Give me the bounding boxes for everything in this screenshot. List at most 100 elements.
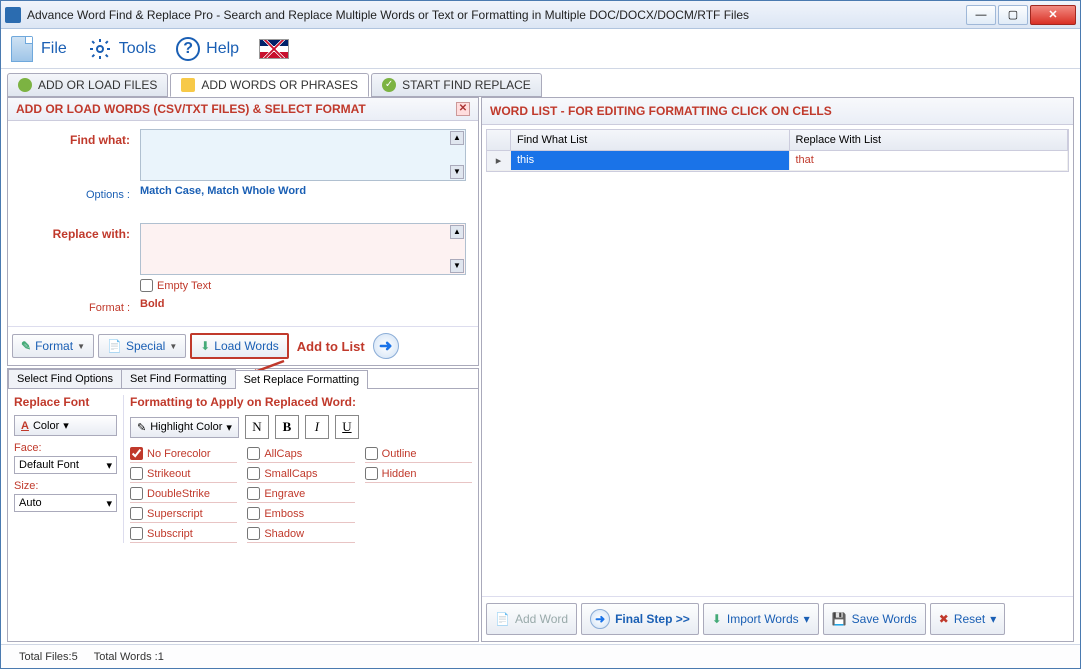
maximize-button[interactable]: ▢ bbox=[998, 5, 1028, 25]
reset-label: Reset bbox=[954, 612, 985, 626]
size-value: Auto bbox=[19, 497, 42, 509]
check-icon bbox=[382, 78, 396, 92]
allcaps-checkbox[interactable]: AllCaps bbox=[247, 447, 354, 463]
add-word-button[interactable]: 📄 Add Word bbox=[486, 603, 577, 635]
chevron-down-icon: ▾ bbox=[106, 459, 112, 472]
tab-add-files[interactable]: ADD OR LOAD FILES bbox=[7, 73, 168, 97]
chevron-down-icon: ▾ bbox=[63, 419, 69, 432]
highlight-label: Highlight Color bbox=[150, 421, 222, 433]
main-toolbar: File Tools ? Help bbox=[1, 29, 1080, 69]
tools-label: Tools bbox=[119, 40, 156, 58]
file-label: File bbox=[41, 40, 67, 58]
highlight-dropdown[interactable]: ✎ Highlight Color ▾ bbox=[130, 417, 239, 438]
save-words-button[interactable]: 💾 Save Words bbox=[823, 603, 926, 635]
options-value: Match Case, Match Whole Word bbox=[140, 185, 306, 201]
empty-text-label: Empty Text bbox=[157, 280, 211, 292]
size-select[interactable]: Auto ▾ bbox=[14, 494, 117, 512]
load-words-button[interactable]: ⬇ Load Words bbox=[190, 333, 289, 359]
row-indicator-icon: ▸ bbox=[487, 151, 511, 170]
empty-text-checkbox[interactable]: Empty Text bbox=[140, 279, 466, 292]
tab-start-replace[interactable]: START FIND REPLACE bbox=[371, 73, 542, 97]
subscript-checkbox[interactable]: Subscript bbox=[130, 527, 237, 543]
shadow-checkbox[interactable]: Shadow bbox=[247, 527, 354, 543]
format-icon: ✎ bbox=[21, 339, 31, 353]
chevron-down-icon: ▼ bbox=[169, 342, 177, 351]
format-dropdown-button[interactable]: ✎ Format ▼ bbox=[12, 334, 94, 358]
words-icon bbox=[181, 78, 195, 92]
outline-checkbox[interactable]: Outline bbox=[365, 447, 472, 463]
status-total-files: Total Files:5 bbox=[19, 651, 78, 663]
left-panel-title: ADD OR LOAD WORDS (CSV/TXT FILES) & SELE… bbox=[16, 102, 366, 116]
col-find-header[interactable]: Find What List bbox=[511, 130, 790, 150]
chevron-down-icon: ▼ bbox=[77, 342, 85, 351]
size-label: Size: bbox=[14, 480, 117, 492]
import-words-label: Import Words bbox=[727, 612, 799, 626]
scroll-up-icon[interactable]: ▲ bbox=[450, 131, 464, 145]
find-cell[interactable]: this bbox=[511, 151, 790, 170]
plus-doc-icon: 📄 bbox=[495, 612, 510, 626]
import-icon: ⬇ bbox=[712, 612, 722, 626]
arrow-right-icon: ➜ bbox=[590, 609, 610, 629]
subtab-select-find[interactable]: Select Find Options bbox=[8, 369, 122, 388]
add-to-list-button[interactable]: ➜ bbox=[373, 333, 399, 359]
scroll-up-icon[interactable]: ▲ bbox=[450, 225, 464, 239]
engrave-checkbox[interactable]: Engrave bbox=[247, 487, 354, 503]
emboss-checkbox[interactable]: Emboss bbox=[247, 507, 354, 523]
chevron-down-icon: ▾ bbox=[106, 497, 112, 510]
format-bold-button[interactable]: B bbox=[275, 415, 299, 439]
tools-menu[interactable]: Tools bbox=[87, 36, 156, 62]
find-what-label: Find what: bbox=[20, 129, 140, 181]
hidden-checkbox[interactable]: Hidden bbox=[365, 467, 472, 483]
tab-add-files-label: ADD OR LOAD FILES bbox=[38, 78, 157, 92]
smallcaps-checkbox[interactable]: SmallCaps bbox=[247, 467, 354, 483]
panel-close-button[interactable]: ✕ bbox=[456, 102, 470, 116]
special-dropdown-button[interactable]: 📄 Special ▼ bbox=[98, 334, 186, 358]
file-menu[interactable]: File bbox=[9, 36, 67, 62]
apply-format-heading: Formatting to Apply on Replaced Word: bbox=[130, 395, 472, 409]
chevron-down-icon: ▾ bbox=[804, 612, 810, 626]
face-select[interactable]: Default Font ▾ bbox=[14, 456, 117, 474]
highlight-icon: ✎ bbox=[137, 421, 146, 434]
color-dropdown[interactable]: A Color ▾ bbox=[14, 415, 117, 436]
status-bar: Total Files:5 Total Words :1 bbox=[1, 644, 1080, 668]
replace-with-input[interactable] bbox=[140, 223, 466, 275]
subtab-set-find-fmt[interactable]: Set Find Formatting bbox=[121, 369, 236, 388]
find-what-input[interactable] bbox=[140, 129, 466, 181]
font-color-icon: A bbox=[21, 420, 29, 432]
scroll-down-icon[interactable]: ▼ bbox=[450, 165, 464, 179]
superscript-checkbox[interactable]: Superscript bbox=[130, 507, 237, 523]
import-words-button[interactable]: ⬇ Import Words ▾ bbox=[703, 603, 819, 635]
reset-button[interactable]: ✖ Reset ▾ bbox=[930, 603, 1005, 635]
replace-cell[interactable]: that bbox=[790, 151, 1069, 170]
format-italic-button[interactable]: I bbox=[305, 415, 329, 439]
format-normal-button[interactable]: N bbox=[245, 415, 269, 439]
reset-icon: ✖ bbox=[939, 612, 949, 626]
arrow-right-icon: ➜ bbox=[379, 336, 392, 356]
special-btn-label: Special bbox=[126, 339, 165, 353]
doublestrike-checkbox[interactable]: DoubleStrike bbox=[130, 487, 237, 503]
add-word-label: Add Word bbox=[515, 612, 568, 626]
help-menu[interactable]: ? Help bbox=[176, 37, 239, 61]
subtab-set-replace-fmt[interactable]: Set Replace Formatting bbox=[235, 370, 369, 389]
close-button[interactable]: ✕ bbox=[1030, 5, 1076, 25]
minimize-button[interactable]: — bbox=[966, 5, 996, 25]
strikeout-checkbox[interactable]: Strikeout bbox=[130, 467, 237, 483]
empty-text-check-input[interactable] bbox=[140, 279, 153, 292]
app-icon bbox=[5, 7, 21, 23]
table-row[interactable]: ▸ this that bbox=[487, 151, 1068, 171]
file-icon bbox=[11, 36, 33, 62]
tab-add-words[interactable]: ADD WORDS OR PHRASES bbox=[170, 73, 369, 97]
final-step-button[interactable]: ➜ Final Step >> bbox=[581, 603, 699, 635]
language-flag-icon[interactable] bbox=[259, 39, 289, 59]
plus-icon bbox=[18, 78, 32, 92]
col-replace-header[interactable]: Replace With List bbox=[790, 130, 1069, 150]
help-label: Help bbox=[206, 40, 239, 58]
save-icon: 💾 bbox=[832, 612, 847, 626]
scroll-down-icon[interactable]: ▼ bbox=[450, 259, 464, 273]
main-tabs: ADD OR LOAD FILES ADD WORDS OR PHRASES S… bbox=[1, 69, 1080, 97]
left-panel-header: ADD OR LOAD WORDS (CSV/TXT FILES) & SELE… bbox=[8, 98, 478, 121]
help-icon: ? bbox=[176, 37, 200, 61]
format-underline-button[interactable]: U bbox=[335, 415, 359, 439]
options-label: Options : bbox=[20, 185, 140, 201]
no-forecolor-checkbox[interactable]: No Forecolor bbox=[130, 447, 237, 463]
